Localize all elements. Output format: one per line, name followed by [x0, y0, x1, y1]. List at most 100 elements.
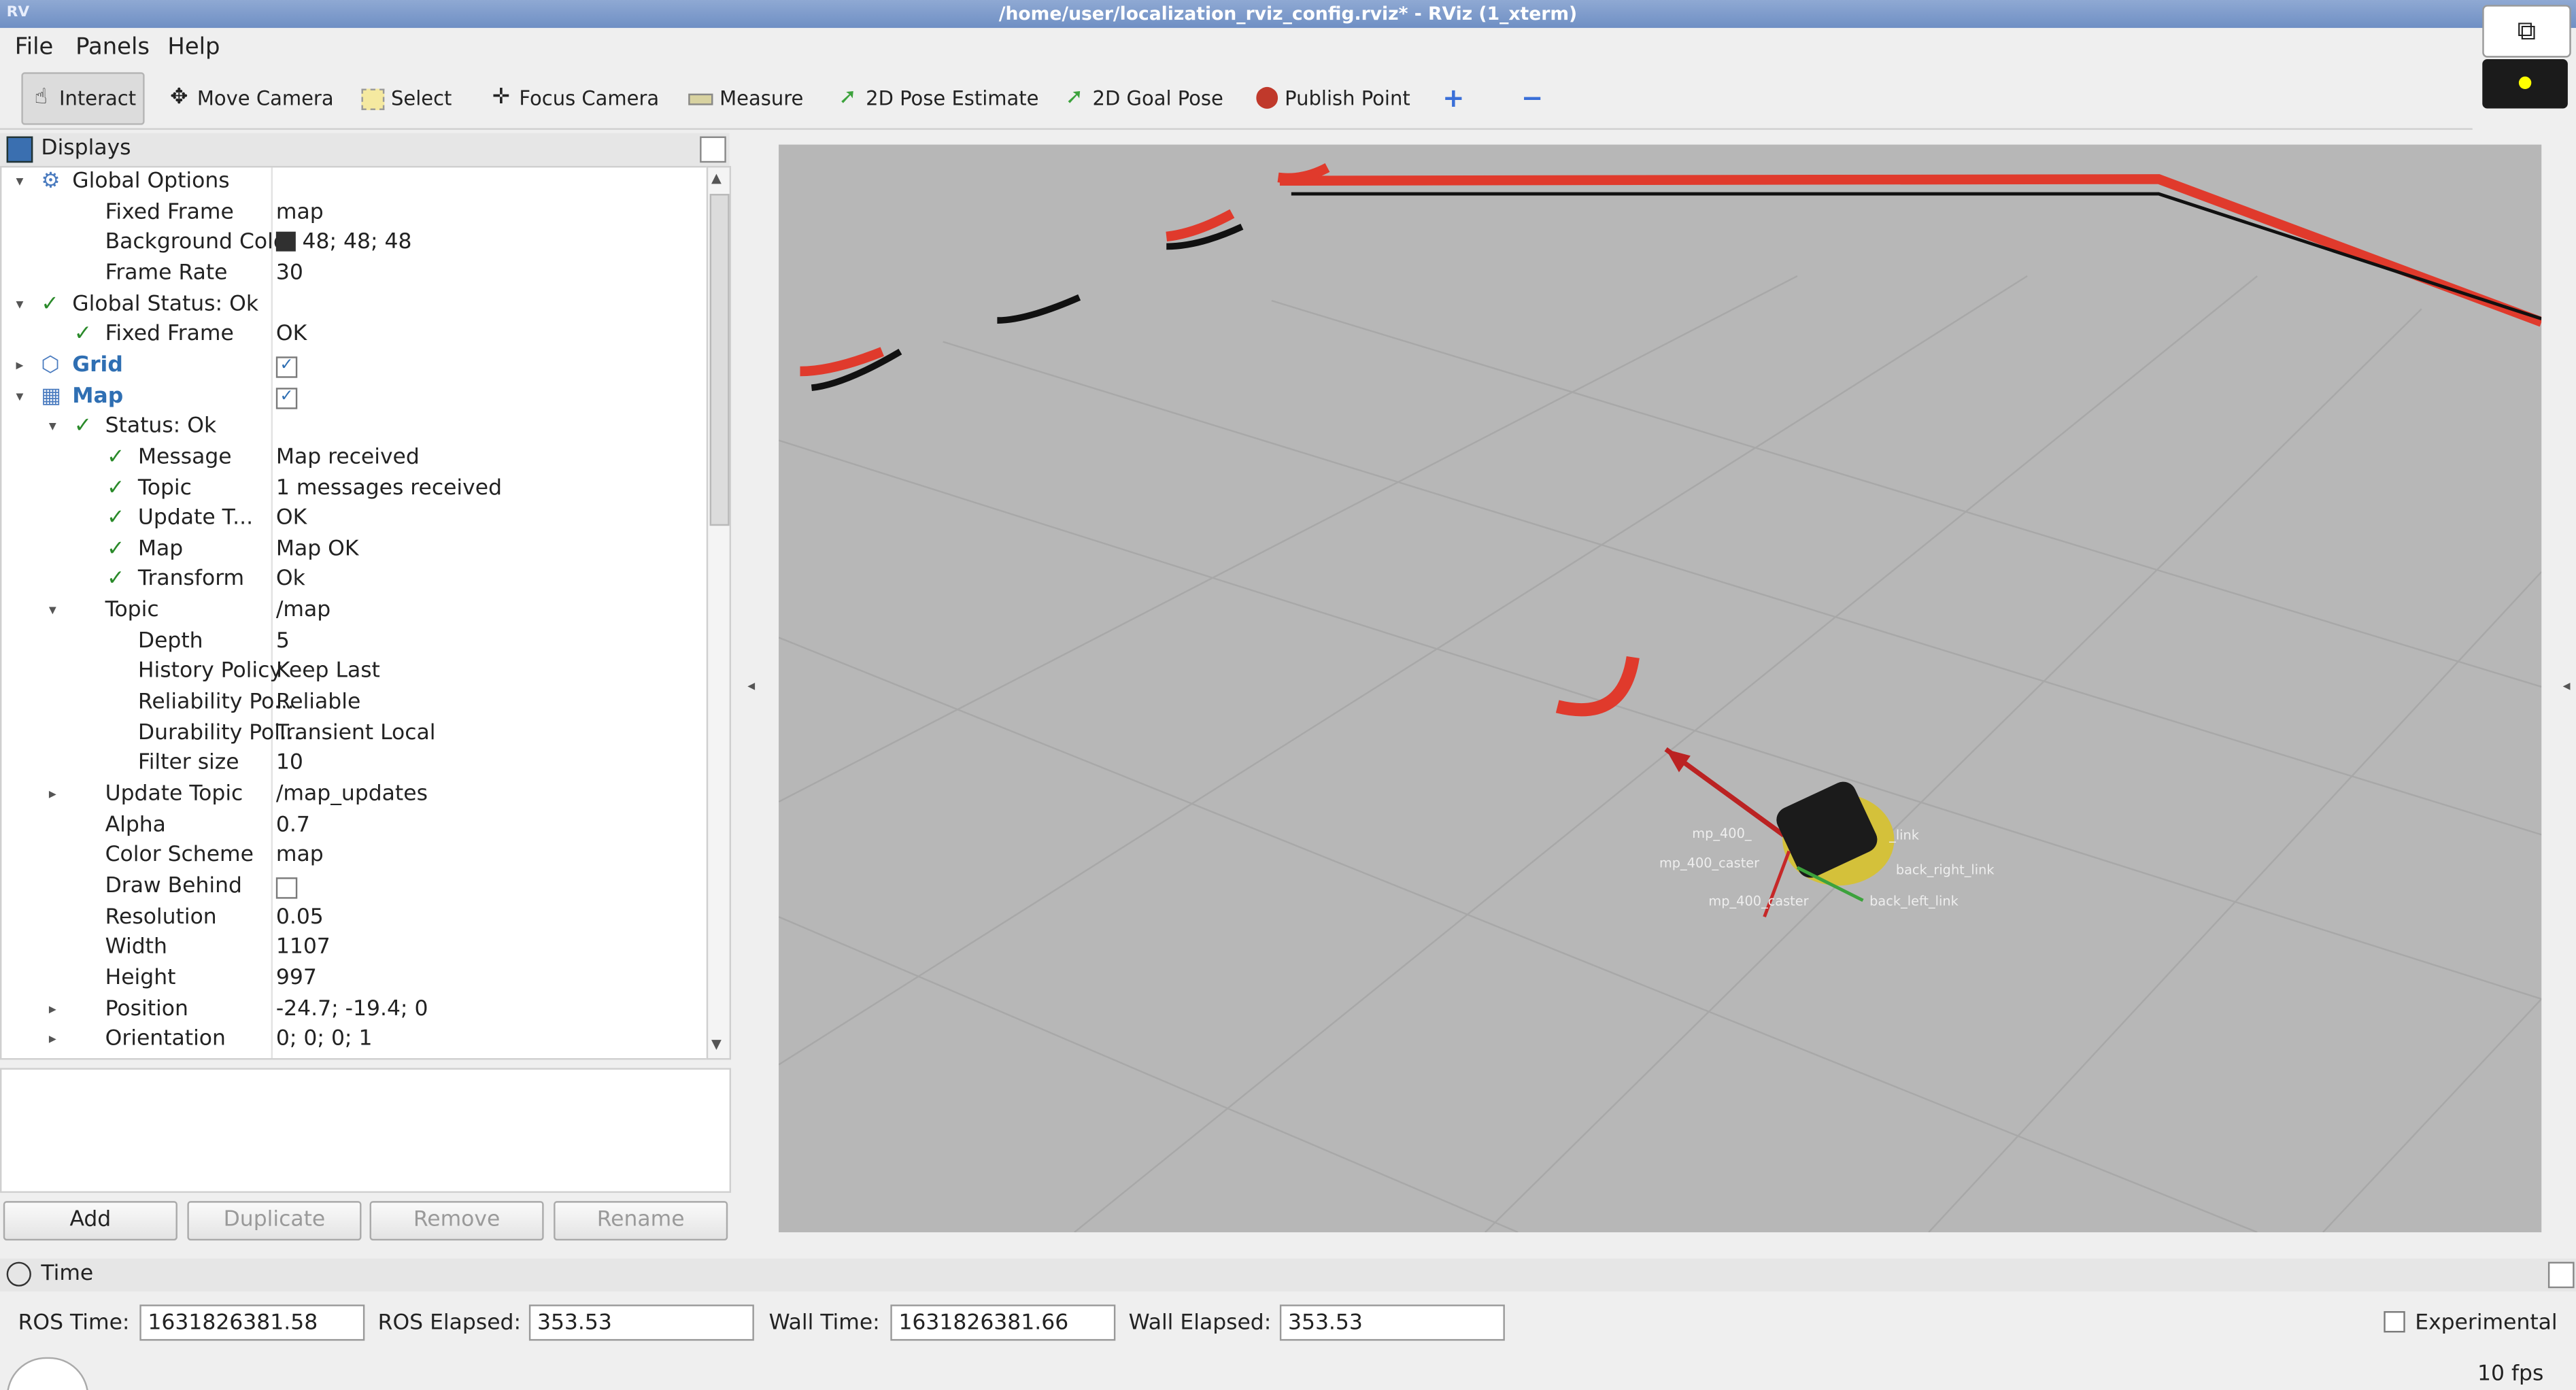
- scroll-down-icon[interactable]: ▼: [711, 1037, 722, 1052]
- tree-row-value[interactable]: 0; 0; 0; 1: [276, 1025, 373, 1056]
- tool-publish-point[interactable]: ⬤ Publish Point: [1255, 74, 1410, 123]
- restore-window-icon[interactable]: ⧉: [2482, 5, 2571, 58]
- tree-row[interactable]: Draw Behind: [1, 872, 708, 903]
- tool-measure[interactable]: Measure: [688, 74, 803, 123]
- tree-row-value[interactable]: 5: [276, 627, 290, 658]
- enable-checkbox[interactable]: ✓: [275, 356, 298, 378]
- expanded-arrow-icon[interactable]: ▾: [12, 290, 28, 321]
- menu-help[interactable]: Help: [167, 35, 220, 61]
- tree-row[interactable]: Height 997: [1, 964, 708, 995]
- collapsed-arrow-icon[interactable]: ▸: [12, 352, 28, 382]
- tree-row-value[interactable]: Map received: [276, 443, 420, 474]
- tool-focus-camera[interactable]: ✛ Focus Camera: [490, 74, 660, 123]
- tree-row[interactable]: Alpha 0.7: [1, 811, 708, 842]
- tree-row-value[interactable]: Transient Local: [276, 719, 436, 749]
- tree-row[interactable]: Depth 5: [1, 627, 708, 658]
- tree-row-value[interactable]: /map: [276, 596, 331, 627]
- tree-row[interactable]: ▾ ⚙ Global Options: [1, 167, 708, 198]
- tree-row[interactable]: ▸ Orientation 0; 0; 0; 1: [1, 1025, 708, 1056]
- tree-row-value[interactable]: Reliable: [276, 688, 360, 719]
- tree-row-value[interactable]: 30: [276, 260, 303, 290]
- expanded-arrow-icon[interactable]: ▾: [44, 596, 61, 627]
- collapse-right-icon[interactable]: ◂: [2563, 679, 2571, 695]
- expanded-arrow-icon[interactable]: ▾: [12, 167, 28, 198]
- remove-tool-button[interactable]: −: [1521, 74, 1543, 123]
- collapsed-arrow-icon[interactable]: ▸: [44, 995, 61, 1025]
- tree-row[interactable]: Durability Pol... Transient Local: [1, 719, 708, 749]
- tree-row[interactable]: Background Color 48; 48; 48: [1, 229, 708, 260]
- tree-row[interactable]: ▾ Topic/map: [1, 596, 708, 627]
- tree-row[interactable]: ✓ Update T... OK: [1, 505, 708, 535]
- remove-button[interactable]: Remove: [369, 1201, 544, 1241]
- tree-row[interactable]: ✓ Transform Ok: [1, 566, 708, 596]
- tree-row[interactable]: ▾ ▦ Map ✓: [1, 382, 708, 413]
- tree-row[interactable]: Reliability Po... Reliable: [1, 688, 708, 719]
- tree-row[interactable]: History Policy Keep Last: [1, 658, 708, 688]
- tree-row[interactable]: ✓ Message Map received: [1, 443, 708, 474]
- collapse-left-icon[interactable]: ◂: [747, 679, 755, 695]
- add-tool-button[interactable]: +: [1442, 74, 1464, 123]
- scroll-up-icon[interactable]: ▲: [711, 171, 722, 186]
- tree-row-value[interactable]: Keep Last: [276, 658, 380, 688]
- collapsed-arrow-icon[interactable]: ▸: [44, 1025, 61, 1056]
- tree-row-value[interactable]: Map OK: [276, 535, 359, 566]
- tree-row-value[interactable]: map: [276, 198, 324, 228]
- tree-row[interactable]: ▾ ✓ Status: Ok: [1, 413, 708, 443]
- tree-row-value[interactable]: 1 messages received: [276, 474, 502, 505]
- tree-row-value[interactable]: -24.7; -19.4; 0: [276, 995, 428, 1025]
- tree-row[interactable]: Color Scheme map: [1, 842, 708, 872]
- tool-2d-goal-pose[interactable]: ➚ 2D Goal Pose: [1063, 74, 1223, 123]
- expanded-arrow-icon[interactable]: ▾: [12, 382, 28, 413]
- tree-row[interactable]: Filter size 10: [1, 750, 708, 781]
- tree-row-value[interactable]: Ok: [276, 566, 305, 596]
- collapsed-arrow-icon[interactable]: ▸: [44, 781, 61, 811]
- color-swatch[interactable]: [275, 232, 296, 252]
- duplicate-button[interactable]: Duplicate: [187, 1201, 362, 1241]
- enable-checkbox[interactable]: [275, 877, 298, 899]
- tree-row[interactable]: ✓ Topic 1 messages received: [1, 474, 708, 505]
- tree-row[interactable]: Fixed Frame map: [1, 198, 708, 228]
- rename-button[interactable]: Rename: [554, 1201, 728, 1241]
- mini-preview-button[interactable]: ●: [2482, 58, 2568, 109]
- pause-button[interactable]: [6, 1357, 89, 1390]
- tree-row-value[interactable]: 48; 48; 48: [275, 229, 412, 260]
- tree-row[interactable]: ▾ ✓ Global Status: Ok: [1, 290, 708, 321]
- tool-interact[interactable]: ☝ Interact: [21, 72, 145, 125]
- tree-row[interactable]: Frame Rate 30: [1, 260, 708, 290]
- tool-move-camera[interactable]: ✥ Move Camera: [167, 74, 333, 123]
- experimental-toggle[interactable]: Experimental: [2384, 1311, 2558, 1336]
- ros-time-field[interactable]: 1631826381.58: [139, 1304, 365, 1341]
- enable-checkbox[interactable]: ✓: [275, 387, 298, 409]
- expanded-arrow-icon[interactable]: ▾: [44, 413, 61, 443]
- tree-row[interactable]: ✓ Fixed Frame OK: [1, 321, 708, 352]
- tree-row-value[interactable]: OK: [276, 505, 307, 535]
- tree-row[interactable]: ✓ Map Map OK: [1, 535, 708, 566]
- menu-panels[interactable]: Panels: [75, 35, 150, 61]
- float-panel-button[interactable]: [700, 136, 726, 163]
- tree-row[interactable]: Width 1107: [1, 934, 708, 964]
- tool-2d-pose-estimate[interactable]: ➚ 2D Pose Estimate: [836, 74, 1038, 123]
- tool-select[interactable]: Select: [361, 74, 452, 123]
- tree-row[interactable]: ▸ ⬡ Grid ✓: [1, 352, 708, 382]
- tree-row-value[interactable]: map: [276, 842, 324, 872]
- tree-row-value[interactable]: 0.7: [276, 811, 310, 842]
- tree-row-value[interactable]: 0.05: [276, 903, 324, 934]
- float-panel-button[interactable]: [2547, 1261, 2575, 1289]
- tree-row[interactable]: ▸ Position -24.7; -19.4; 0: [1, 995, 708, 1025]
- tree-row-value[interactable]: 997: [276, 964, 317, 995]
- add-button[interactable]: Add: [3, 1201, 177, 1241]
- tree-row[interactable]: Resolution 0.05: [1, 903, 708, 934]
- tree-row[interactable]: ▸ Update Topic/map_updates: [1, 781, 708, 811]
- ros-elapsed-field[interactable]: 353.53: [528, 1304, 754, 1341]
- tree-row-value[interactable]: /map_updates: [276, 781, 428, 811]
- scroll-thumb[interactable]: [709, 194, 730, 526]
- tree-row-value[interactable]: 1107: [276, 934, 331, 964]
- 3d-render-viewport[interactable]: mp_400_caster mp_400_caster back_right_l…: [779, 144, 2542, 1233]
- wall-elapsed-field[interactable]: 353.53: [1279, 1304, 1505, 1341]
- tree-row-value[interactable]: 10: [276, 750, 303, 781]
- displays-scrollbar[interactable]: ▲ ▼: [706, 166, 732, 1060]
- experimental-checkbox[interactable]: [2384, 1311, 2405, 1333]
- tree-row-value[interactable]: OK: [276, 321, 307, 352]
- menu-file[interactable]: File: [15, 35, 54, 61]
- wall-time-field[interactable]: 1631826381.66: [890, 1304, 1116, 1341]
